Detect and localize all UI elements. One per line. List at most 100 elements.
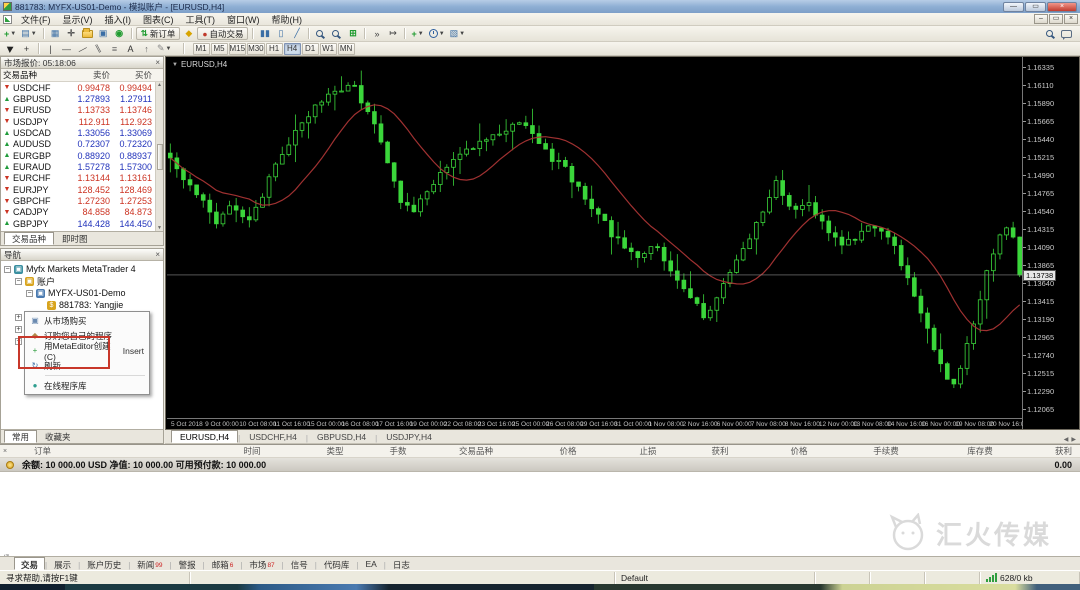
indicators-button[interactable]: + ▼ [409,27,425,40]
zoom-out-button[interactable] [329,27,344,40]
market-watch-row[interactable]: ▲USDCAD1.330561.33069 [1,127,163,138]
terminal-tab-3[interactable]: 新闻99 [130,557,169,570]
navigator-tab-收藏夹[interactable]: 收藏夹 [37,430,79,443]
terminal-tab-10[interactable]: 日志 [386,557,417,570]
terminal-column-8[interactable]: 价格 [756,445,842,457]
scroll-left-icon[interactable]: ◀ [1064,436,1069,443]
navigator-close-icon[interactable]: × [155,251,160,259]
shapes-tool-button[interactable]: ✎ ▼ [155,42,174,55]
text-tool-button[interactable]: A [123,42,138,55]
column-bid[interactable]: 卖价 [63,69,110,81]
chat-icon[interactable] [1061,30,1072,38]
terminal-column-7[interactable]: 获利 [684,445,756,457]
time-axis[interactable]: 5 Oct 20189 Oct 00:0010 Oct 08:0011 Oct … [167,418,1023,430]
column-ask[interactable]: 买价 [110,69,154,81]
bar-chart-button[interactable]: ▮▮ [257,27,272,40]
menu-item-4[interactable]: 工具(T) [180,13,222,26]
auto-scroll-button[interactable]: » [369,27,384,40]
metaeditor-button[interactable]: ◆ [181,27,196,40]
terminal-tab-1[interactable]: 展示 [47,557,78,570]
arrows-tool-button[interactable]: ↑ [139,42,154,55]
tree-item-myfxus01demo[interactable]: −▣MYFX-US01-Demo [1,287,163,299]
chevron-down-icon[interactable]: ▼ [172,62,178,68]
terminal-column-9[interactable]: 手续费 [842,445,930,457]
navigator-tab-常用[interactable]: 常用 [4,430,37,443]
new-order-button[interactable]: ⇅新订单 [136,27,181,40]
timeframe-button-mn[interactable]: MN [338,43,355,55]
vertical-line-tool-button[interactable]: | [43,42,58,55]
terminal-column-1[interactable]: 时间 [202,445,302,457]
chart-tab-gbpusdh4[interactable]: GBPUSD,H4 [308,430,375,443]
expand-minus-icon[interactable]: − [26,290,33,297]
timeframe-button-m15[interactable]: M15 [229,43,247,55]
autotrading-button[interactable]: ●自动交易 [197,27,248,40]
search-icon[interactable] [1046,30,1053,37]
market-watch-row[interactable]: ▼EURJPY128.452128.469 [1,184,163,195]
cursor-tool-button[interactable] [3,42,18,55]
market-watch-scrollbar[interactable]: ▲ ▼ [155,82,163,231]
menu-item-1[interactable]: 显示(V) [57,13,99,26]
expand-plus-icon[interactable]: + [15,326,22,333]
maximize-button[interactable]: ▭ [1025,2,1046,12]
timeframe-button-m5[interactable]: M5 [211,43,228,55]
terminal-tab-5[interactable]: 邮箱6 [205,557,241,570]
close-button[interactable]: × [1047,2,1077,12]
expand-plus-icon[interactable]: + [15,314,22,321]
tile-windows-button[interactable]: ⊞ [345,27,360,40]
candlestick-chart-button[interactable]: ▯ [273,27,288,40]
candlestick-chart[interactable] [167,58,1023,418]
trendline-tool-button[interactable]: — [75,42,90,55]
market-watch-tab-即时图[interactable]: 即时图 [54,232,96,245]
market-watch-row[interactable]: ▲EURGBP0.889200.88937 [1,150,163,161]
chart-tab-scroll-arrows[interactable]: ◀▶ [1064,436,1076,443]
mdi-restore-button[interactable]: ▭ [1049,14,1063,24]
menu-item-0[interactable]: 文件(F) [15,13,57,26]
column-symbol[interactable]: 交易品种 [1,69,63,81]
market-watch-row[interactable]: ▲EURAUD1.572781.57300 [1,161,163,172]
mdi-child-icon[interactable] [3,15,12,24]
horizontal-line-tool-button[interactable]: — [59,42,74,55]
terminal-tab-4[interactable]: 警报 [172,557,203,570]
terminal-column-11[interactable]: 获利 [1030,445,1080,457]
status-profile[interactable]: Default [615,572,815,584]
profiles-button[interactable]: ▤ ▼ [19,27,38,40]
terminal-column-3[interactable]: 手数 [368,445,428,457]
terminal-tab-8[interactable]: 代码库 [317,557,357,570]
market-watch-row[interactable]: ▲AUDUSD0.723070.72320 [1,139,163,150]
menu-item-5[interactable]: 窗口(W) [221,13,266,26]
terminal-column-6[interactable]: 止损 [612,445,684,457]
context-menu-item[interactable]: ●在线程序库 [25,378,149,393]
market-watch-row[interactable]: ▼GBPCHF1.272301.27253 [1,195,163,206]
market-watch-close-icon[interactable]: × [155,59,160,67]
timeframe-button-m30[interactable]: M30 [247,43,265,55]
terminal-tab-7[interactable]: 信号 [284,557,315,570]
terminal-toggle-button[interactable]: ▣ [96,27,111,40]
terminal-column-0[interactable]: 订单 [10,445,202,457]
market-watch-row[interactable]: ▼EURCHF1.131441.13161 [1,173,163,184]
periods-button[interactable]: ▼ [427,27,447,40]
new-chart-button[interactable]: + ▼ [2,27,18,40]
terminal-tab-9[interactable]: EA [358,557,383,570]
terminal-column-5[interactable]: 价格 [524,445,612,457]
expand-minus-icon[interactable]: − [15,278,22,285]
chart-tab-usdchfh4[interactable]: USDCHF,H4 [240,430,306,443]
menu-item-6[interactable]: 帮助(H) [266,13,309,26]
market-watch-row[interactable]: ▼USDCHF0.994780.99494 [1,82,163,93]
timeframe-button-h4[interactable]: H4 [284,43,301,55]
context-menu-item[interactable]: ▣从市场购买 [25,313,149,328]
menu-item-3[interactable]: 图表(C) [137,13,180,26]
timeframe-button-m1[interactable]: M1 [193,43,210,55]
mdi-minimize-button[interactable]: – [1034,14,1048,24]
terminal-column-4[interactable]: 交易品种 [428,445,524,457]
terminal-tab-0[interactable]: 交易 [14,557,45,570]
terminal-column-10[interactable]: 库存费 [930,445,1030,457]
crosshair-tool-button[interactable]: + [19,42,34,55]
chart-shift-button[interactable]: ↦ [385,27,400,40]
navigator-toggle-button[interactable] [80,27,95,40]
terminal-tab-2[interactable]: 账户历史 [80,557,128,570]
data-window-button[interactable]: ✛ [64,27,79,40]
market-watch-row[interactable]: ▲GBPJPY144.428144.450 [1,218,163,229]
tree-item-myfxmarketsmetatrader4[interactable]: −▣Myfx Markets MetaTrader 4 [1,263,163,275]
mdi-close-button[interactable]: × [1064,14,1078,24]
terminal-tab-6[interactable]: 市场87 [242,557,281,570]
